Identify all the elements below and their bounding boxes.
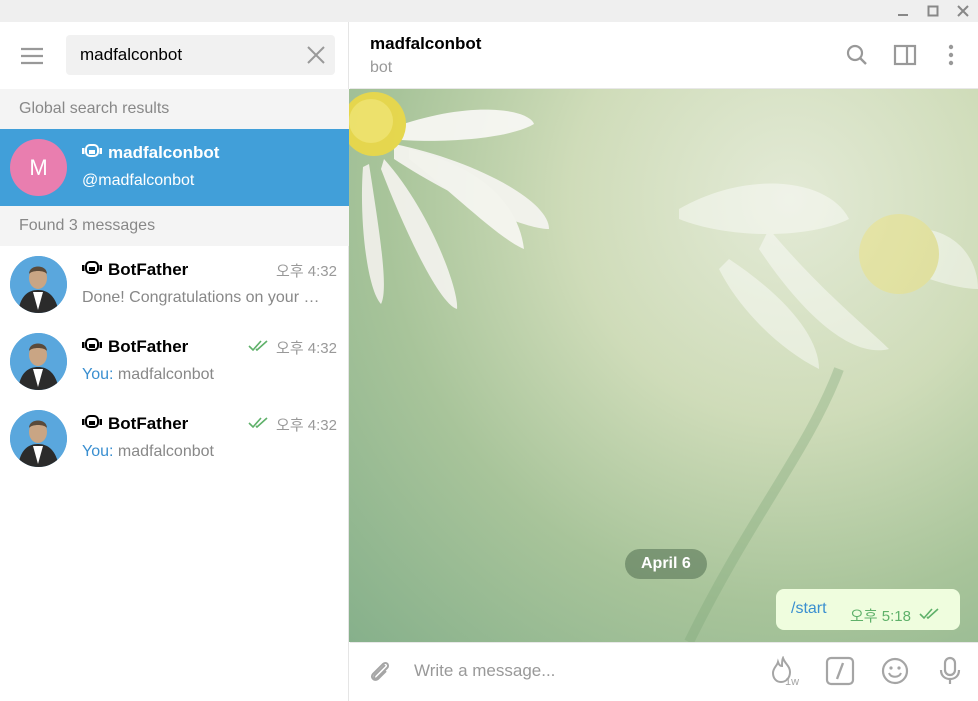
result-title: madfalconbot	[82, 142, 219, 163]
message-time: 오후 4:32	[248, 414, 337, 435]
message-time-text: 오후 4:32	[276, 263, 337, 280]
sidebar-toggle-icon[interactable]	[892, 42, 918, 68]
chat-title[interactable]: madfalconbot	[370, 34, 481, 54]
message-time-text: 오후 4:32	[276, 417, 337, 434]
avatar	[10, 410, 67, 467]
message-preview: You: madfalconbot	[82, 366, 337, 384]
avatar	[10, 256, 67, 313]
chat-header: madfalconbot bot	[350, 22, 978, 89]
message-meta: 오후 5:18	[850, 605, 941, 626]
message-result-item[interactable]: BotFather 오후 4:32 You: madfalconbot	[0, 400, 349, 477]
title-bar	[0, 0, 978, 22]
message-preview: You: madfalconbot	[82, 443, 337, 461]
found-messages-header: Found 3 messages	[0, 206, 349, 246]
message-sender-text: BotFather	[108, 259, 189, 279]
message-result-item[interactable]: BotFather 오후 4:32 You: madfalconbot	[0, 323, 349, 400]
message-time: 오후 4:32	[276, 260, 337, 281]
bot-icon	[82, 336, 102, 357]
search-icon[interactable]	[844, 42, 870, 68]
close-icon[interactable]	[305, 44, 327, 66]
paperclip-icon[interactable]	[366, 657, 394, 685]
message-sender: BotFather	[82, 259, 188, 280]
global-result-item[interactable]: M madfalconbot @madfalconbot	[0, 129, 349, 206]
bot-icon	[82, 413, 102, 434]
message-time-text: 오후 4:32	[276, 340, 337, 357]
minimize-icon[interactable]	[888, 0, 918, 22]
double-check-icon	[919, 607, 941, 624]
search-input[interactable]	[80, 35, 300, 75]
result-username: @madfalconbot	[82, 172, 195, 189]
avatar	[10, 333, 67, 390]
more-icon[interactable]	[938, 42, 964, 68]
double-check-icon	[248, 416, 270, 433]
message-sender-text: BotFather	[108, 336, 189, 356]
message-preview-text: madfalconbot	[117, 366, 214, 383]
message-sender: BotFather	[82, 413, 188, 434]
telegram-window: Global search results M madfalconbot @ma…	[0, 0, 978, 701]
sidebar: Global search results M madfalconbot @ma…	[0, 22, 349, 701]
message-command-link[interactable]: /start	[791, 600, 827, 618]
microphone-icon[interactable]	[935, 656, 965, 686]
bot-icon	[82, 259, 102, 280]
message-sender-text: BotFather	[108, 413, 189, 433]
hamburger-icon[interactable]	[18, 44, 46, 68]
global-results-header: Global search results	[0, 89, 349, 129]
message-time: 오후 4:32	[248, 337, 337, 358]
message-preview: Done! Congratulations on your …	[82, 289, 320, 306]
message-sender-you: You:	[82, 366, 114, 383]
bot-icon	[82, 142, 102, 163]
message-sender-you: You:	[82, 443, 114, 460]
close-icon[interactable]	[948, 0, 978, 22]
chat-history[interactable]: April 6 /start 오후 5:18	[349, 89, 978, 642]
message-result-item[interactable]: BotFather 오후 4:32 Done! Congratulations …	[0, 246, 349, 323]
date-separator: April 6	[625, 549, 707, 579]
maximize-icon[interactable]	[918, 0, 948, 22]
message-time-text: 오후 5:18	[850, 608, 911, 625]
double-check-icon	[248, 339, 270, 356]
sidebar-top	[0, 22, 349, 89]
emoji-icon[interactable]	[880, 656, 910, 686]
timer-label: 1w	[785, 676, 799, 686]
chat-status: bot	[370, 59, 393, 76]
message-composer: 1w	[350, 642, 978, 699]
self-destruct-timer-icon[interactable]: 1w	[770, 655, 800, 688]
result-title-text: madfalconbot	[108, 142, 220, 162]
avatar: M	[10, 139, 67, 196]
search-box	[66, 35, 335, 75]
message-input[interactable]	[414, 653, 744, 689]
outgoing-message[interactable]: /start 오후 5:18	[776, 589, 960, 630]
message-preview-text: madfalconbot	[117, 443, 214, 460]
bot-command-icon[interactable]	[825, 656, 855, 686]
message-sender: BotFather	[82, 336, 188, 357]
